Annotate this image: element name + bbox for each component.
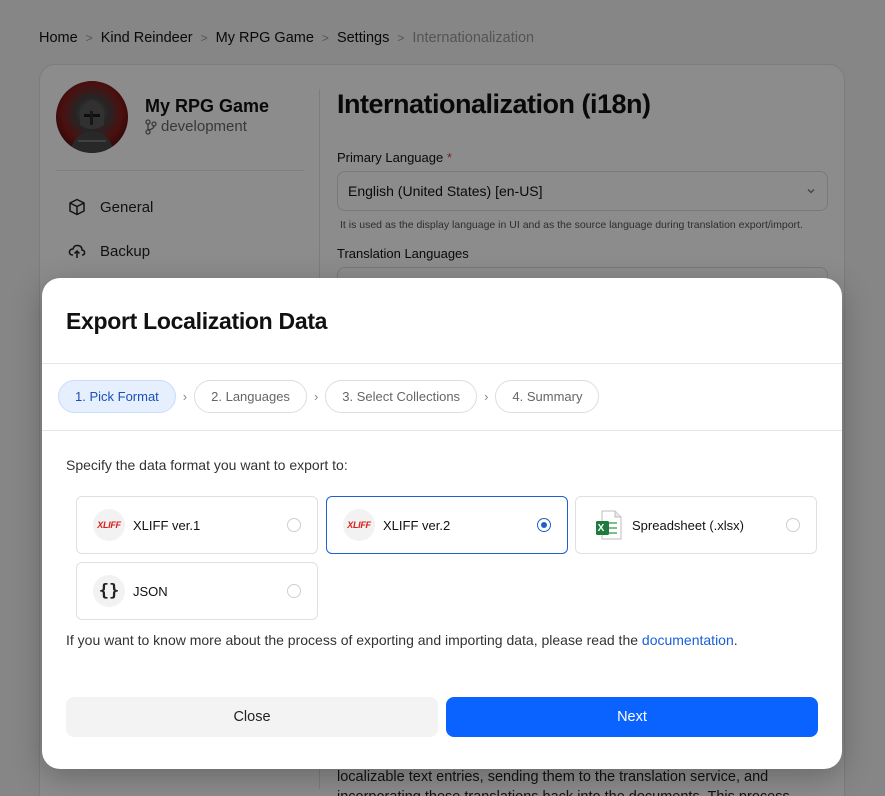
- xliff-icon: XLIFF: [93, 509, 125, 541]
- step-pick-format[interactable]: 1. Pick Format: [58, 380, 176, 413]
- step-languages[interactable]: 2. Languages: [194, 380, 307, 413]
- export-dialog: Export Localization Data 1. Pick Format …: [42, 278, 842, 769]
- xliff-logo-text: XLIFF: [97, 520, 121, 530]
- excel-icon: X: [592, 509, 624, 541]
- format-label: Spreadsheet (.xlsx): [632, 517, 744, 533]
- step-select-collections[interactable]: 3. Select Collections: [325, 380, 478, 413]
- documentation-link[interactable]: documentation: [642, 632, 734, 648]
- doc-end: .: [733, 632, 738, 648]
- step-summary[interactable]: 4. Summary: [495, 380, 600, 413]
- format-option-json[interactable]: {} JSON: [76, 562, 318, 620]
- chevron-right-icon: ›: [484, 389, 489, 404]
- format-option-spreadsheet[interactable]: X Spreadsheet (.xlsx): [575, 496, 817, 554]
- dialog-divider: [42, 363, 842, 364]
- format-radio-selected[interactable]: [537, 518, 551, 532]
- format-prompt: Specify the data format you want to expo…: [66, 457, 348, 473]
- format-label: XLIFF ver.2: [383, 517, 451, 533]
- format-radio[interactable]: [287, 584, 301, 598]
- close-button[interactable]: Close: [66, 697, 438, 737]
- stepper: 1. Pick Format › 2. Languages › 3. Selec…: [58, 380, 600, 413]
- json-logo-text: {}: [98, 581, 120, 601]
- dialog-title: Export Localization Data: [66, 308, 328, 334]
- format-radio[interactable]: [287, 518, 301, 532]
- json-braces-icon: {}: [93, 575, 125, 607]
- excel-logo-text: X: [597, 523, 605, 534]
- xliff-icon: XLIFF: [343, 509, 375, 541]
- dialog-divider: [42, 430, 842, 431]
- format-radio[interactable]: [786, 518, 800, 532]
- format-label: JSON: [133, 583, 168, 599]
- format-option-xliff-1[interactable]: XLIFF XLIFF ver.1: [76, 496, 318, 554]
- format-label: XLIFF ver.1: [133, 517, 201, 533]
- format-option-xliff-2[interactable]: XLIFF XLIFF ver.2: [326, 496, 568, 554]
- next-button[interactable]: Next: [446, 697, 818, 737]
- chevron-right-icon: ›: [313, 389, 319, 404]
- documentation-note: If you want to know more about the proce…: [66, 632, 738, 648]
- chevron-right-icon: ›: [182, 389, 188, 404]
- xliff-logo-text: XLIFF: [347, 520, 371, 530]
- doc-text: If you want to know more about the proce…: [66, 632, 642, 648]
